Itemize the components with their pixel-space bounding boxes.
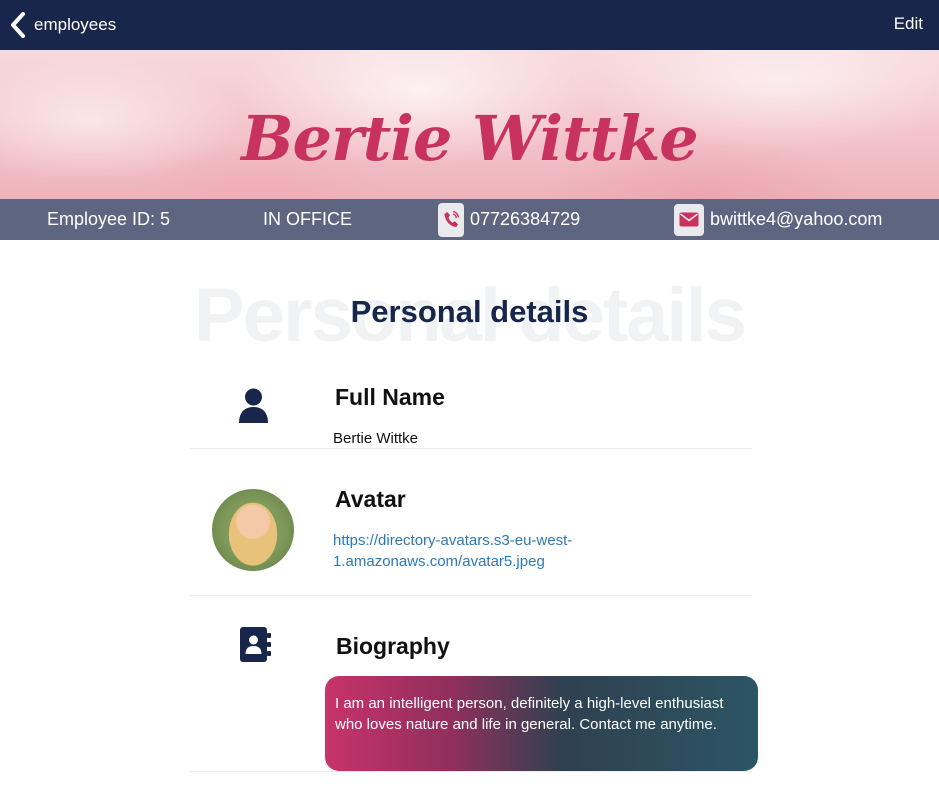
info-bar: Employee ID: 5 IN OFFICE 07726384729 bwi…: [0, 199, 939, 240]
employee-id: Employee ID: 5: [47, 199, 170, 240]
avatar: [212, 489, 294, 571]
status-text: IN OFFICE: [263, 209, 352, 229]
top-nav-bar: employees Edit: [0, 0, 939, 50]
phone-number: 07726384729: [470, 209, 581, 229]
full-name-heading: Full Name: [335, 384, 445, 410]
section-title: Personal details: [350, 294, 589, 329]
employee-id-text: Employee ID: 5: [47, 209, 171, 229]
back-button[interactable]: employees: [10, 12, 116, 38]
avatar-heading: Avatar: [335, 486, 406, 512]
phone-icon: [438, 202, 464, 237]
row-divider: [190, 595, 752, 596]
row-divider: [190, 448, 752, 449]
chevron-left-icon: [11, 12, 25, 38]
email-address: bwittke4@yahoo.com: [710, 209, 883, 229]
back-label: employees: [34, 15, 117, 34]
address-book-icon: [240, 627, 271, 662]
avatar-url-link[interactable]: https://directory-avatars.s3-eu-west-1.a…: [333, 530, 613, 572]
user-icon: [239, 388, 268, 423]
status-badge: IN OFFICE: [263, 199, 352, 240]
biography-text: I am an intelligent person, definitely a…: [325, 676, 758, 771]
edit-button[interactable]: Edit: [894, 14, 923, 34]
envelope-icon: [674, 203, 704, 236]
row-divider: [190, 771, 752, 772]
hero-banner: Bertie Wittke: [0, 50, 939, 200]
biography-heading: Biography: [336, 633, 450, 659]
full-name-value: Bertie Wittke: [333, 430, 419, 447]
phone-contact[interactable]: 07726384729: [438, 199, 580, 240]
employee-name-title: Bertie Wittke: [241, 102, 699, 175]
email-contact[interactable]: bwittke4@yahoo.com: [674, 199, 882, 240]
